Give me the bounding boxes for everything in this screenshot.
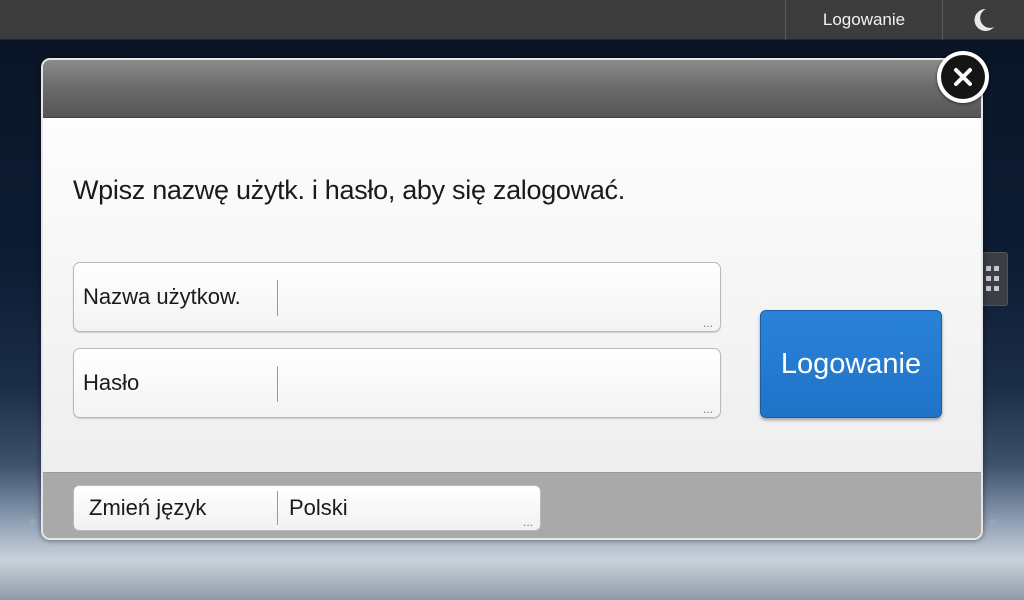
more-icon: ... [702, 316, 713, 330]
moon-icon[interactable] [970, 7, 996, 33]
password-input[interactable] [286, 349, 700, 417]
password-field[interactable]: Hasło ... [73, 348, 721, 418]
username-label: Nazwa użytkow. [83, 284, 241, 309]
dialog-header [43, 60, 981, 118]
language-value: Polski [289, 495, 348, 520]
page-indicator-dot-right [989, 519, 997, 527]
dialog-footer: Zmień język Polski ... [43, 472, 981, 538]
language-selector[interactable]: Zmień język Polski ... [73, 485, 541, 531]
field-divider [277, 366, 278, 402]
close-icon [941, 55, 985, 99]
language-label: Zmień język [89, 495, 207, 520]
login-prompt: Wpisz nazwę użytk. i hasło, aby się zalo… [73, 175, 625, 205]
top-bar: Logowanie [0, 0, 1024, 40]
username-field[interactable]: Nazwa użytkow. ... [73, 262, 721, 332]
password-label: Hasło [83, 370, 140, 395]
login-dialog: Wpisz nazwę użytk. i hasło, aby się zalo… [41, 58, 983, 540]
close-button[interactable] [937, 51, 989, 103]
field-divider [277, 280, 278, 316]
grid-icon [986, 266, 1000, 294]
login-button[interactable]: Logowanie [760, 310, 942, 418]
username-input[interactable] [286, 263, 700, 331]
page-indicator-dot-left [29, 519, 37, 527]
more-icon: ... [522, 515, 533, 529]
topbar-login-button[interactable]: Logowanie [785, 0, 943, 40]
field-divider [277, 491, 278, 525]
more-icon: ... [702, 402, 713, 416]
